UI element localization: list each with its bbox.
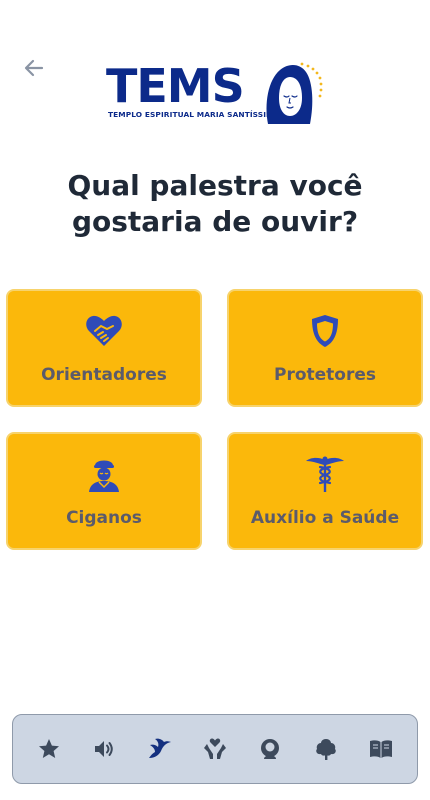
dove-icon <box>148 738 171 758</box>
page-title: Qual palestra você gostaria de ouvir? <box>67 169 363 238</box>
caduceus-icon <box>305 454 345 494</box>
nav-item-audio[interactable] <box>84 729 124 769</box>
logo: TEMS TEMPLO ESPIRITUAL MARIA SANTÍSSIMA <box>106 60 328 130</box>
logo-subtitle: TEMPLO ESPIRITUAL MARIA SANTÍSSIMA <box>108 110 280 119</box>
nav-item-tree[interactable] <box>306 729 346 769</box>
card-label: Ciganos <box>66 508 142 528</box>
card-label: Orientadores <box>41 365 167 385</box>
nav-item-head[interactable] <box>250 729 290 769</box>
back-button[interactable] <box>18 52 50 84</box>
card-ciganos[interactable]: Ciganos <box>6 432 202 550</box>
nav-item-star[interactable] <box>29 729 69 769</box>
logo-text: TEMS <box>106 59 245 113</box>
card-label: Auxílio a Saúde <box>250 508 400 528</box>
handshake-heart-icon <box>84 311 124 351</box>
gypsy-person-icon <box>84 454 124 494</box>
card-auxilio-saude[interactable]: Auxílio a Saúde <box>227 432 423 550</box>
nav-item-hands-heart[interactable] <box>195 729 235 769</box>
nav-item-dove[interactable] <box>140 729 180 769</box>
card-protetores[interactable]: Protetores <box>227 289 423 407</box>
card-orientadores[interactable]: Orientadores <box>6 289 202 407</box>
volume-icon <box>95 741 113 757</box>
nav-item-book[interactable] <box>361 729 401 769</box>
shield-icon <box>305 311 345 351</box>
book-icon <box>370 740 393 758</box>
tree-icon <box>316 739 336 760</box>
hand-heart-icon <box>203 738 226 759</box>
madonna-figure-icon <box>266 62 323 124</box>
card-label: Protetores <box>273 365 377 385</box>
star-icon <box>38 739 59 758</box>
bottom-navigation <box>12 714 418 784</box>
head-profile-icon <box>261 739 280 759</box>
arrow-left-icon <box>24 59 44 77</box>
